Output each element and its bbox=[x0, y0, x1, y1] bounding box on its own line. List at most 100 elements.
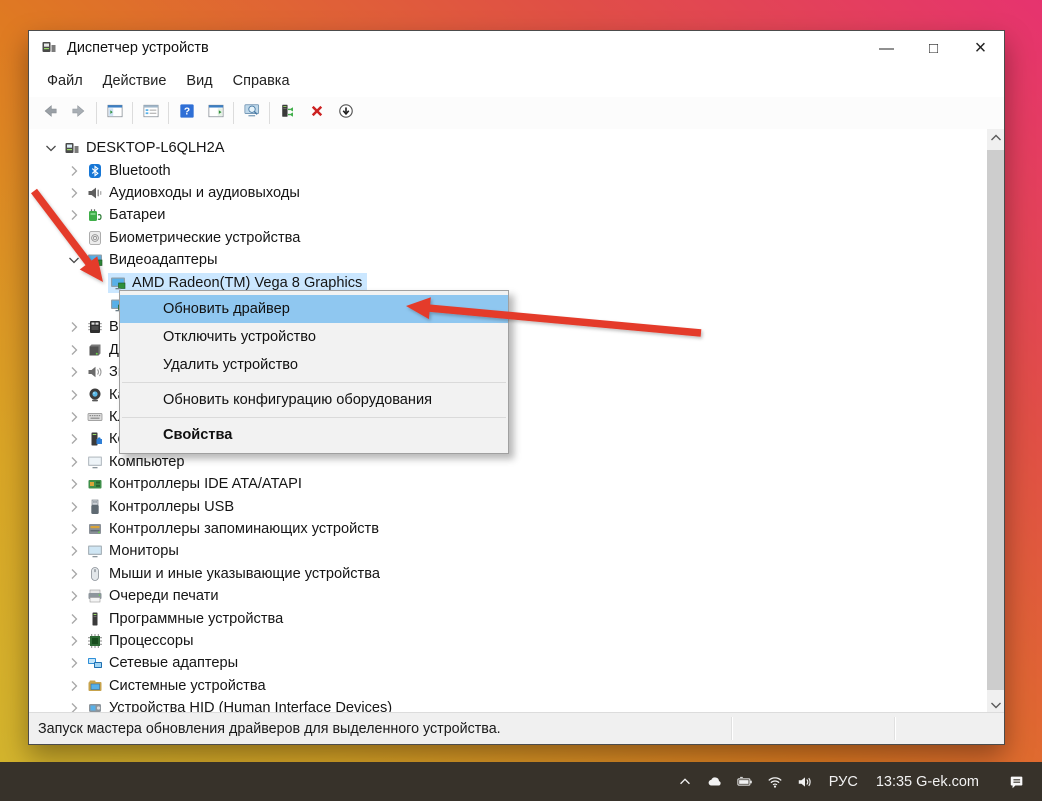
tree-item-content[interactable]: Контроллеры IDE ATA/ATAPI bbox=[85, 474, 307, 494]
tree-item-content[interactable]: Программные устройства bbox=[85, 609, 288, 629]
menu-вид[interactable]: Вид bbox=[176, 68, 222, 94]
tree-item-content[interactable]: Аудиовходы и аудиовыходы bbox=[85, 183, 305, 203]
tree-item-content[interactable]: Контроллеры USB bbox=[85, 497, 239, 517]
toolbar-separator bbox=[233, 102, 234, 124]
chevron-down-icon[interactable] bbox=[43, 140, 59, 156]
tree-item-content[interactable]: Мониторы bbox=[85, 541, 184, 561]
chevron-right-icon[interactable] bbox=[66, 409, 82, 425]
scroll-down-icon[interactable] bbox=[987, 696, 1004, 713]
sound-device-icon bbox=[87, 364, 103, 380]
menu-файл[interactable]: Файл bbox=[37, 68, 93, 94]
tree-item-25[interactable]: Устройства HID (Human Interface Devices) bbox=[29, 697, 988, 713]
scan-hardware-button[interactable] bbox=[237, 100, 266, 126]
update-driver-button[interactable] bbox=[273, 100, 302, 126]
tree-item-15[interactable]: Контроллеры IDE ATA/ATAPI bbox=[29, 473, 988, 495]
tree-item-content[interactable]: Компьютер bbox=[85, 452, 190, 472]
tree-item-21[interactable]: Программные устройства bbox=[29, 607, 988, 629]
usb-controller-icon bbox=[87, 499, 103, 515]
menu-справка[interactable]: Справка bbox=[223, 68, 300, 94]
disk-drive-icon bbox=[87, 342, 103, 358]
vertical-scrollbar[interactable] bbox=[987, 129, 1004, 713]
chevron-right-icon[interactable] bbox=[66, 476, 82, 492]
chevron-right-icon[interactable] bbox=[66, 521, 82, 537]
maximize-button[interactable]: □ bbox=[910, 31, 957, 65]
chevron-right-icon[interactable] bbox=[66, 342, 82, 358]
tray-chevron-up-icon[interactable] bbox=[670, 762, 700, 801]
tree-item-3[interactable]: Батареи bbox=[29, 204, 988, 226]
tree-item-content[interactable]: Контроллеры запоминающих устройств bbox=[85, 519, 384, 539]
chevron-right-icon[interactable] bbox=[66, 611, 82, 627]
taskbar[interactable]: РУС13:35 G-ek.com bbox=[0, 762, 1042, 801]
action-pane-button[interactable] bbox=[201, 100, 230, 126]
properties-button[interactable] bbox=[136, 100, 165, 126]
scrollbar-thumb[interactable] bbox=[987, 150, 1004, 690]
nav-forward-button[interactable] bbox=[64, 100, 93, 126]
scroll-up-icon[interactable] bbox=[987, 129, 1004, 146]
tray-battery-icon[interactable] bbox=[730, 762, 760, 801]
tray-volume-icon[interactable] bbox=[790, 762, 820, 801]
chevron-right-icon[interactable] bbox=[66, 543, 82, 559]
tree-item-20[interactable]: Очереди печати bbox=[29, 585, 988, 607]
tree-item-19[interactable]: Мыши и иные указывающие устройства bbox=[29, 563, 988, 585]
tree-item-content[interactable]: Системные устройства bbox=[85, 676, 271, 696]
action-center-icon[interactable] bbox=[1002, 762, 1032, 801]
chevron-down-icon[interactable] bbox=[66, 252, 82, 268]
chevron-right-icon[interactable] bbox=[66, 319, 82, 335]
tray-wifi-icon[interactable] bbox=[760, 762, 790, 801]
chevron-right-icon[interactable] bbox=[66, 633, 82, 649]
menu-действие[interactable]: Действие bbox=[93, 68, 177, 94]
chevron-right-icon[interactable] bbox=[66, 678, 82, 694]
tree-item-content[interactable]: Батареи bbox=[85, 205, 170, 225]
chevron-right-icon[interactable] bbox=[66, 163, 82, 179]
chevron-right-icon[interactable] bbox=[66, 566, 82, 582]
nav-back-button[interactable] bbox=[35, 100, 64, 126]
chevron-right-icon[interactable] bbox=[66, 387, 82, 403]
chevron-right-icon[interactable] bbox=[66, 655, 82, 671]
tree-item-content[interactable]: Биометрические устройства bbox=[85, 228, 305, 248]
properties-icon bbox=[143, 103, 159, 124]
context-menu-item[interactable]: Обновить драйвер bbox=[120, 295, 508, 323]
tree-item-2[interactable]: Аудиовходы и аудиовыходы bbox=[29, 182, 988, 204]
language-indicator[interactable]: РУС bbox=[820, 762, 867, 801]
context-menu-item[interactable]: Отключить устройство bbox=[120, 323, 508, 351]
chevron-right-icon[interactable] bbox=[66, 431, 82, 447]
tree-item-4[interactable]: Биометрические устройства bbox=[29, 227, 988, 249]
tree-item-content[interactable]: Мыши и иные указывающие устройства bbox=[85, 564, 385, 584]
chevron-right-icon[interactable] bbox=[66, 207, 82, 223]
disable-device-button[interactable] bbox=[331, 100, 360, 126]
context-menu-item[interactable]: Свойства bbox=[120, 421, 508, 449]
tree-item-24[interactable]: Системные устройства bbox=[29, 675, 988, 697]
context-menu-item[interactable]: Удалить устройство bbox=[120, 351, 508, 379]
tree-item-0[interactable]: DESKTOP-L6QLH2A bbox=[29, 137, 988, 159]
chevron-right-icon[interactable] bbox=[66, 364, 82, 380]
chevron-right-icon[interactable] bbox=[66, 588, 82, 604]
chevron-right-icon[interactable] bbox=[66, 499, 82, 515]
minimize-button[interactable]: — bbox=[863, 31, 910, 65]
help-button[interactable]: ? bbox=[172, 100, 201, 126]
uninstall-device-button[interactable] bbox=[302, 100, 331, 126]
console-tree-button[interactable] bbox=[100, 100, 129, 126]
close-button[interactable]: × bbox=[957, 31, 1004, 65]
tree-item-18[interactable]: Мониторы bbox=[29, 540, 988, 562]
chevron-right-icon[interactable] bbox=[66, 454, 82, 470]
tree-item-content[interactable]: Bluetooth bbox=[85, 161, 176, 181]
tree-item-17[interactable]: Контроллеры запоминающих устройств bbox=[29, 518, 988, 540]
ide-controller-icon bbox=[87, 476, 103, 492]
tree-item-16[interactable]: Контроллеры USB bbox=[29, 495, 988, 517]
tree-item-content[interactable]: Очереди печати bbox=[85, 586, 223, 606]
chevron-right-icon[interactable] bbox=[66, 185, 82, 201]
tray-cloud-icon[interactable] bbox=[700, 762, 730, 801]
tree-item-22[interactable]: Процессоры bbox=[29, 630, 988, 652]
tree-item-content[interactable]: Сетевые адаптеры bbox=[85, 653, 243, 673]
tree-item-content[interactable]: Видеоадаптеры bbox=[85, 250, 223, 270]
network-adapter-icon bbox=[87, 655, 103, 671]
context-menu-item[interactable]: Обновить конфигурацию оборудования bbox=[120, 386, 508, 414]
tree-item-label: Контроллеры IDE ATA/ATAPI bbox=[109, 476, 302, 492]
clock[interactable]: 13:35 G-ek.com bbox=[867, 762, 988, 801]
tree-item-content[interactable]: Устройства HID (Human Interface Devices) bbox=[85, 698, 397, 713]
tree-item-content[interactable]: DESKTOP-L6QLH2A bbox=[62, 138, 229, 158]
tree-item-1[interactable]: Bluetooth bbox=[29, 159, 988, 181]
tree-item-5[interactable]: Видеоадаптеры bbox=[29, 249, 988, 271]
tree-item-23[interactable]: Сетевые адаптеры bbox=[29, 652, 988, 674]
tree-item-content[interactable]: Процессоры bbox=[85, 631, 199, 651]
